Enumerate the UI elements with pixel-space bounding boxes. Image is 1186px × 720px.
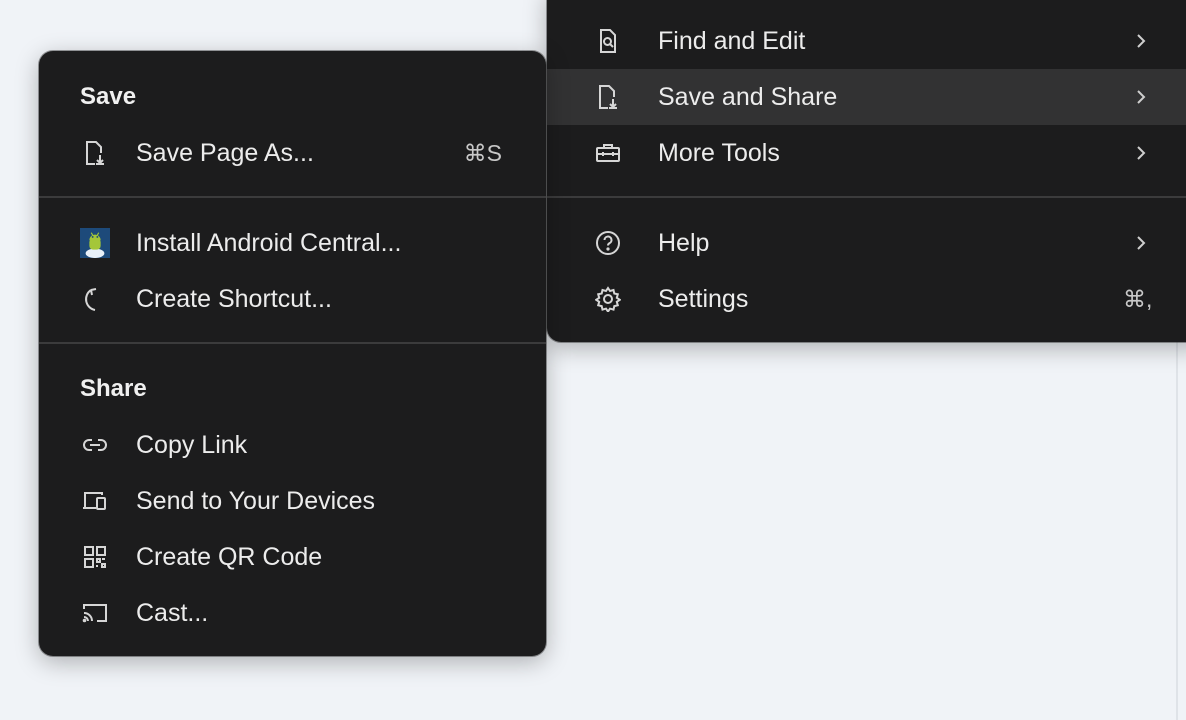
- find-in-page-icon: [595, 28, 621, 54]
- menu-item-find-and-edit[interactable]: Find and Edit: [547, 13, 1186, 69]
- menu-divider: [39, 196, 546, 198]
- chevron-right-icon: [1129, 141, 1153, 165]
- help-circle-icon: [595, 230, 621, 256]
- devices-icon: [80, 487, 110, 515]
- menu-item-label: Create Shortcut...: [136, 285, 332, 313]
- menu-item-help[interactable]: Help: [547, 215, 1186, 271]
- menu-item-label: Settings: [658, 285, 749, 313]
- qr-code-icon: [80, 543, 110, 571]
- save-and-share-submenu: Save Save Page As... ⌘S Install Android …: [39, 51, 546, 656]
- save-page-icon: [80, 139, 110, 167]
- menu-item-create-qr-code[interactable]: Create QR Code: [39, 529, 546, 585]
- menu-item-more-tools[interactable]: More Tools: [547, 125, 1186, 181]
- chevron-right-icon: [1129, 85, 1153, 109]
- shortcut-arrow-icon: [80, 285, 110, 313]
- keyboard-shortcut: ⌘S: [463, 140, 502, 166]
- android-central-app-icon: [80, 228, 110, 258]
- menu-item-label: Save and Share: [658, 83, 838, 111]
- menu-item-copy-link[interactable]: Copy Link: [39, 417, 546, 473]
- menu-item-create-shortcut[interactable]: Create Shortcut...: [39, 271, 546, 327]
- keyboard-shortcut: ⌘,: [1123, 286, 1153, 312]
- link-icon: [80, 431, 110, 459]
- menu-divider: [39, 342, 546, 344]
- gear-icon: [595, 286, 621, 312]
- menu-item-label: Send to Your Devices: [136, 487, 376, 515]
- chevron-right-icon: [1129, 231, 1153, 255]
- menu-item-label: Help: [658, 229, 710, 257]
- menu-divider: [547, 196, 1186, 198]
- menu-item-save-page-as[interactable]: Save Page As... ⌘S: [39, 125, 546, 181]
- menu-item-install-app[interactable]: Install Android Central...: [39, 215, 546, 271]
- menu-item-save-and-share[interactable]: Save and Share: [547, 69, 1186, 125]
- menu-item-label: Cast...: [136, 599, 209, 627]
- menu-item-label: Copy Link: [136, 431, 248, 459]
- menu-item-label: Create QR Code: [136, 543, 323, 571]
- menu-item-cast[interactable]: Cast...: [39, 585, 546, 641]
- cast-icon: [80, 599, 110, 627]
- menu-item-settings[interactable]: Settings ⌘,: [547, 271, 1186, 327]
- menu-item-label: More Tools: [658, 139, 780, 167]
- menu-item-send-to-devices[interactable]: Send to Your Devices: [39, 473, 546, 529]
- section-heading-save: Save: [80, 83, 137, 110]
- chevron-right-icon: [1129, 29, 1153, 53]
- menu-item-label: Save Page As...: [136, 139, 314, 167]
- toolbox-icon: [595, 140, 621, 166]
- chrome-main-menu: Find and Edit Save and Share More Tools: [547, 0, 1186, 342]
- section-heading-share: Share: [80, 375, 147, 402]
- menu-item-label: Find and Edit: [658, 27, 806, 55]
- menu-item-label: Install Android Central...: [136, 229, 402, 257]
- save-page-icon: [595, 84, 621, 110]
